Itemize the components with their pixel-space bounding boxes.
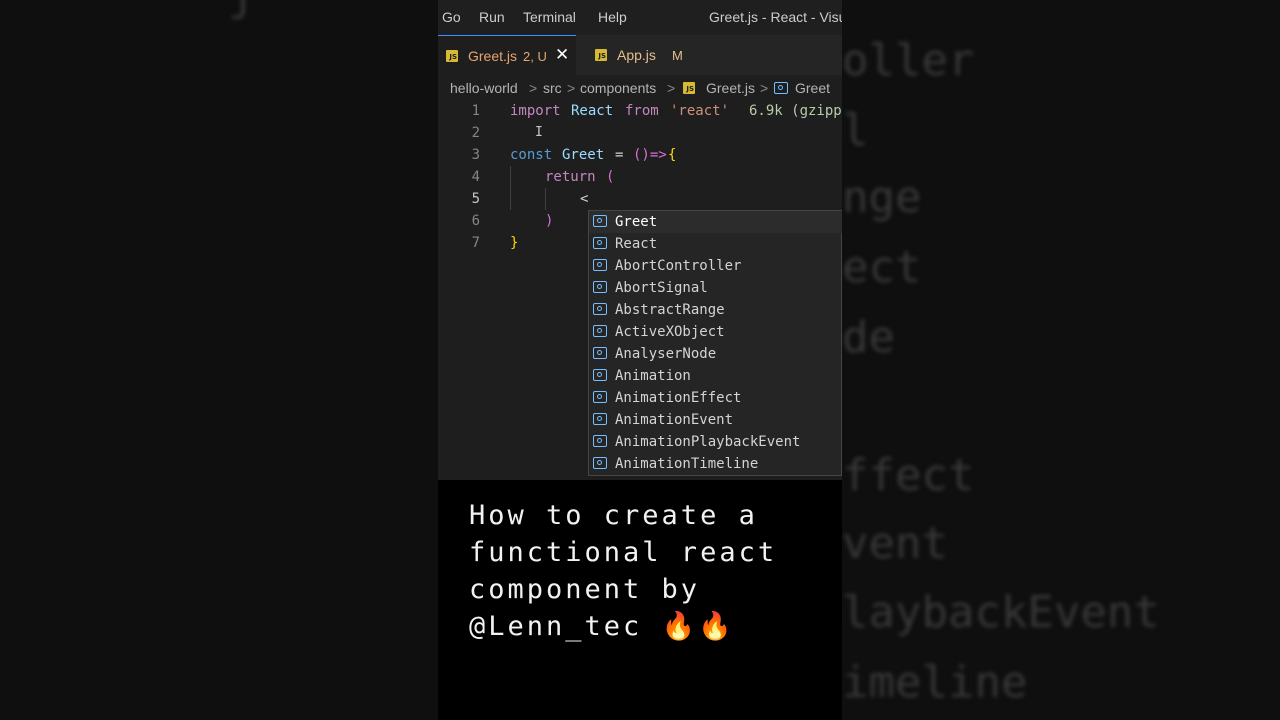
js-file-icon: JS xyxy=(683,82,695,94)
symbol-variable-icon xyxy=(593,259,607,271)
symbol-variable-icon xyxy=(593,413,607,425)
suggestion-label: AbortController xyxy=(615,258,742,274)
symbol-variable-icon xyxy=(593,369,607,381)
close-icon[interactable]: ✕ xyxy=(555,45,569,65)
code-line: 3 const Greet = ()=> { xyxy=(438,144,842,166)
suggestion-item[interactable]: AnimationEvent xyxy=(589,409,842,431)
symbol-variable-icon xyxy=(593,457,607,469)
left-blurred-background: j xyxy=(0,0,438,720)
suggestion-item[interactable]: AnalyserNode xyxy=(589,343,842,365)
suggestion-item[interactable]: AnimationPlaybackEvent xyxy=(589,431,842,453)
title-bar: Go Run Terminal Help Greet.js - React - … xyxy=(438,0,842,35)
symbol-variable-icon xyxy=(593,347,607,359)
keyword: const xyxy=(510,147,553,163)
code-line: 4 return ( xyxy=(438,166,842,188)
suggestion-label: AbortSignal xyxy=(615,280,708,296)
suggestion-label: AnimationEvent xyxy=(615,412,734,428)
tab-label: Greet.js xyxy=(468,48,518,64)
jsx-open-bracket: < xyxy=(580,191,589,207)
tab-status: 2, U xyxy=(523,49,547,64)
line-number: 1 xyxy=(471,103,480,119)
brace: { xyxy=(668,147,677,163)
suggestion-label: ActiveXObject xyxy=(615,324,725,340)
menu-go[interactable]: Go xyxy=(442,9,461,25)
symbol-variable-icon xyxy=(593,215,607,227)
suggestion-label: Animation xyxy=(615,368,691,384)
arrow-function: ()=> xyxy=(633,147,667,163)
suggestion-item[interactable]: Greet xyxy=(589,211,842,233)
symbol-variable-icon xyxy=(593,435,607,447)
chevron-right-icon: > xyxy=(760,80,769,96)
code-line: 5 < xyxy=(438,188,842,296)
vscode-window: Go Run Terminal Help Greet.js - React - … xyxy=(438,0,842,480)
chevron-right-icon: > xyxy=(667,80,676,96)
right-blurred-background: oller l nge ect de ffect vent laybackEve… xyxy=(842,0,1280,720)
suggestion-item[interactable]: AbortSignal xyxy=(589,277,842,299)
js-file-icon: JS xyxy=(446,50,458,62)
line-number: 5 xyxy=(471,191,480,207)
suggestion-label: AnalyserNode xyxy=(615,346,717,362)
code-line: 2 I xyxy=(438,122,842,144)
breadcrumb-components[interactable]: components xyxy=(580,80,656,96)
text-cursor-icon: I xyxy=(535,125,543,140)
breadcrumb: hello-world > src > components > JS Gree… xyxy=(438,76,842,100)
menu-run[interactable]: Run xyxy=(479,9,505,25)
menu-help[interactable]: Help xyxy=(598,9,627,25)
suggestion-label: React xyxy=(615,236,658,252)
paren: ( xyxy=(606,169,615,185)
line-number: 6 xyxy=(471,213,480,229)
breadcrumb-hello-world[interactable]: hello-world xyxy=(450,80,518,96)
suggestion-item[interactable]: AbstractRange xyxy=(589,299,842,321)
symbol-variable-icon xyxy=(593,281,607,293)
symbol-variable-icon xyxy=(593,325,607,337)
suggestion-item[interactable]: React xyxy=(589,233,842,255)
symbol-variable-icon xyxy=(593,303,607,315)
line-number: 3 xyxy=(471,147,480,163)
import-cost-hint: 6.9k (gzipp xyxy=(749,103,842,119)
chevron-right-icon: > xyxy=(529,80,538,96)
suggestion-item[interactable]: AbortController xyxy=(589,255,842,277)
suggestion-label: Greet xyxy=(615,214,658,230)
keyword: import xyxy=(510,103,561,119)
line-number: 2 xyxy=(471,125,480,141)
autocomplete-suggestion-list: Greet React AbortController AbortSignal … xyxy=(588,210,842,476)
video-frame: Go Run Terminal Help Greet.js - React - … xyxy=(438,0,842,720)
identifier: Greet xyxy=(562,147,605,163)
menu-terminal[interactable]: Terminal xyxy=(523,9,576,25)
suggestion-item[interactable]: ActiveXObject xyxy=(589,321,842,343)
suggestion-item[interactable]: AnimationEffect xyxy=(589,387,842,409)
suggestion-item[interactable]: AnimationTimeline xyxy=(589,453,842,475)
keyword: from xyxy=(625,103,659,119)
tab-status: M xyxy=(672,48,683,63)
suggestion-label: AnimationEffect xyxy=(615,390,742,406)
breadcrumb-greet-js[interactable]: Greet.js xyxy=(706,80,755,96)
string-literal: 'react' xyxy=(670,103,730,119)
tab-label: App.js xyxy=(617,47,656,63)
line-number: 4 xyxy=(471,169,480,185)
js-file-icon: JS xyxy=(595,49,607,61)
suggestion-label: AnimationTimeline xyxy=(615,456,759,472)
chevron-right-icon: > xyxy=(567,80,576,96)
suggestion-label: AbstractRange xyxy=(615,302,725,318)
keyword: return xyxy=(545,169,596,185)
symbol-variable-icon xyxy=(774,82,788,94)
identifier: React xyxy=(571,103,614,119)
paren: ) xyxy=(545,213,554,229)
brace: } xyxy=(510,235,519,251)
video-caption: How to create a functional react compone… xyxy=(469,500,797,642)
code-line: 1 import React from 'react' 6.9k (gzipp xyxy=(438,100,842,122)
suggestion-label: AnimationPlaybackEvent xyxy=(615,434,801,450)
tab-app-js[interactable]: JS App.js M xyxy=(581,35,701,75)
line-number: 7 xyxy=(471,235,480,251)
breadcrumb-greet-symbol[interactable]: Greet xyxy=(795,80,830,96)
operator: = xyxy=(615,147,624,163)
breadcrumb-src[interactable]: src xyxy=(543,80,562,96)
symbol-variable-icon xyxy=(593,237,607,249)
window-title: Greet.js - React - Visua xyxy=(709,9,842,25)
tab-greet-js[interactable]: JS Greet.js 2, U ✕ xyxy=(438,35,576,75)
symbol-variable-icon xyxy=(593,391,607,403)
suggestion-item[interactable]: Animation xyxy=(589,365,842,387)
tab-bar: JS Greet.js 2, U ✕ JS App.js M xyxy=(438,35,842,75)
